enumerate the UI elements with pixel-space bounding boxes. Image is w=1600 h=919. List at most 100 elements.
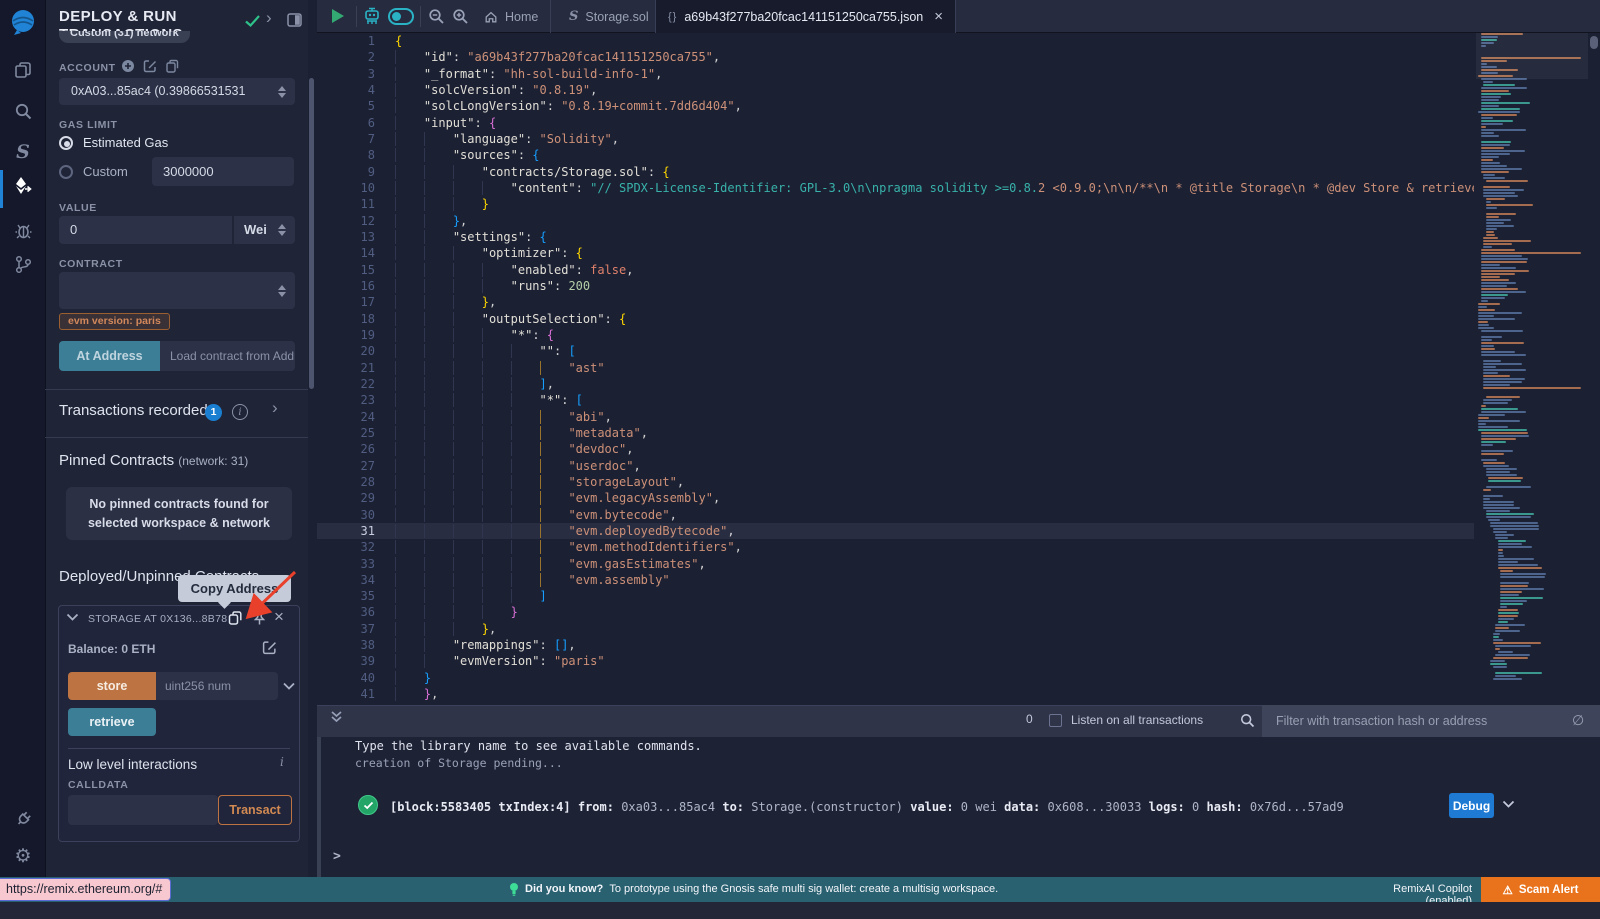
- account-select[interactable]: 0xA03...85ac4 (0.39866531531: [59, 78, 295, 105]
- terminal-prompt[interactable]: >: [333, 849, 341, 864]
- debugger-icon[interactable]: [11, 218, 35, 242]
- custom-gas-radio[interactable]: [59, 165, 73, 179]
- code-line[interactable]: 26 "devdoc",: [317, 441, 1474, 457]
- code-line[interactable]: 34 "evm.assembly": [317, 572, 1474, 588]
- code-line[interactable]: 15 "enabled": false,: [317, 262, 1474, 278]
- unit-stepper-icon[interactable]: [278, 224, 286, 236]
- estimated-gas-radio[interactable]: [59, 136, 73, 150]
- filter-transactions-input[interactable]: Filter with transaction hash or address: [1262, 705, 1600, 737]
- retrieve-button[interactable]: retrieve: [68, 708, 156, 736]
- scam-alert-badge[interactable]: ⚠ Scam Alert: [1481, 877, 1600, 902]
- copilot-toggle[interactable]: [388, 8, 414, 25]
- code-line[interactable]: 32 "evm.methodIdentifiers",: [317, 539, 1474, 555]
- code-line[interactable]: 6 "input": {: [317, 115, 1474, 131]
- at-address-button[interactable]: At Address: [59, 341, 160, 371]
- tab-storage-sol[interactable]: S Storage.sol: [557, 0, 662, 33]
- ai-copilot-robot-icon[interactable]: [362, 6, 382, 27]
- code-line[interactable]: 1{: [317, 33, 1474, 49]
- store-input[interactable]: uint256 num: [156, 672, 278, 700]
- editor-scrollbar[interactable]: [1590, 36, 1598, 49]
- at-address-input[interactable]: Load contract from Addre: [160, 341, 295, 371]
- deploy-and-run-icon[interactable]: [11, 174, 35, 198]
- info-icon[interactable]: i: [232, 404, 248, 420]
- git-icon[interactable]: [11, 252, 35, 276]
- editor-minimap[interactable]: [1476, 33, 1588, 701]
- contract-stepper-icon[interactable]: [278, 285, 286, 297]
- code-line[interactable]: 36 }: [317, 604, 1474, 620]
- edit-balance-icon[interactable]: [262, 640, 277, 655]
- transact-button[interactable]: Transact: [218, 795, 292, 825]
- code-line[interactable]: 5 "solcLongVersion": "0.8.19+commit.7dd6…: [317, 98, 1474, 114]
- expand-transactions-icon[interactable]: ›: [272, 398, 278, 418]
- clear-console-icon[interactable]: ∅: [1572, 712, 1584, 729]
- code-line[interactable]: 4 "solcVersion": "0.8.19",: [317, 82, 1474, 98]
- code-editor[interactable]: 1{2 "id": "a69b43f277ba20fcac141151250ca…: [317, 33, 1474, 705]
- code-line[interactable]: 19 "*": {: [317, 327, 1474, 343]
- debug-button[interactable]: Debug: [1449, 793, 1494, 818]
- code-line[interactable]: 40 }: [317, 670, 1474, 686]
- value-unit-select[interactable]: Wei: [233, 216, 295, 244]
- code-line[interactable]: 22 ],: [317, 376, 1474, 392]
- code-line[interactable]: 24 "abi",: [317, 409, 1474, 425]
- edit-account-icon[interactable]: [143, 59, 157, 73]
- low-level-info-icon[interactable]: i: [280, 755, 284, 769]
- expand-store-icon[interactable]: [283, 682, 295, 690]
- code-line[interactable]: 31 "evm.deployedBytecode",: [317, 523, 1474, 539]
- listen-all-checkbox[interactable]: [1049, 714, 1062, 727]
- settings-icon[interactable]: ⚙: [11, 844, 35, 868]
- add-account-icon[interactable]: [121, 59, 135, 73]
- collapse-contract-icon[interactable]: [66, 613, 79, 622]
- code-line[interactable]: 9 "contracts/Storage.sol": {: [317, 164, 1474, 180]
- code-line[interactable]: 11 }: [317, 196, 1474, 212]
- tx-log-line[interactable]: [block:5583405 txIndex:4] from: 0xa03...…: [390, 800, 1430, 814]
- code-line[interactable]: 2 "id": "a69b43f277ba20fcac141151250ca75…: [317, 49, 1474, 65]
- remix-logo-icon[interactable]: [7, 7, 39, 39]
- code-line[interactable]: 7 "language": "Solidity",: [317, 131, 1474, 147]
- code-line[interactable]: 12 },: [317, 213, 1474, 229]
- code-line[interactable]: 27 "userdoc",: [317, 458, 1474, 474]
- code-line[interactable]: 18 "outputSelection": {: [317, 311, 1474, 327]
- code-line[interactable]: 41 },: [317, 686, 1474, 702]
- code-line[interactable]: 17 },: [317, 294, 1474, 310]
- code-line[interactable]: 8 "sources": {: [317, 147, 1474, 163]
- tab-build-info-json[interactable]: {} a69b43f277ba20fcac141151250ca755.json…: [655, 0, 956, 33]
- copy-account-icon[interactable]: [165, 59, 179, 73]
- collapse-terminal-icon[interactable]: [330, 710, 343, 724]
- custom-gas-input[interactable]: 3000000: [152, 157, 294, 186]
- solidity-compiler-icon[interactable]: S: [11, 140, 35, 164]
- code-line[interactable]: 20 "": [: [317, 343, 1474, 359]
- code-line[interactable]: 25 "metadata",: [317, 425, 1474, 441]
- estimated-gas-option[interactable]: Estimated Gas: [83, 135, 168, 150]
- code-line[interactable]: 29 "evm.legacyAssembly",: [317, 490, 1474, 506]
- store-button[interactable]: store: [68, 672, 156, 700]
- code-line[interactable]: 38 "remappings": [],: [317, 637, 1474, 653]
- code-line[interactable]: 13 "settings": {: [317, 229, 1474, 245]
- minimap-viewport-indicator[interactable]: [1476, 33, 1588, 79]
- panel-forward-icon[interactable]: ›: [266, 8, 272, 28]
- code-line[interactable]: 21 "ast": [317, 360, 1474, 376]
- code-line[interactable]: 28 "storageLayout",: [317, 474, 1474, 490]
- tab-home[interactable]: Home: [472, 0, 551, 33]
- code-line[interactable]: 35 ]: [317, 588, 1474, 604]
- file-explorer-icon[interactable]: [11, 58, 35, 82]
- code-line[interactable]: 3 "_format": "hh-sol-build-info-1",: [317, 66, 1474, 82]
- listen-all-label[interactable]: Listen on all transactions: [1071, 713, 1203, 727]
- run-script-icon[interactable]: [330, 7, 346, 25]
- code-line[interactable]: 14 "optimizer": {: [317, 245, 1474, 261]
- search-icon[interactable]: [11, 99, 35, 123]
- code-line[interactable]: 33 "evm.gasEstimates",: [317, 556, 1474, 572]
- custom-gas-option[interactable]: Custom: [83, 164, 128, 179]
- contract-select[interactable]: [59, 272, 295, 309]
- account-stepper-icon[interactable]: [278, 86, 286, 98]
- code-line[interactable]: 16 "runs": 200: [317, 278, 1474, 294]
- plugin-manager-icon[interactable]: [11, 806, 35, 830]
- panel-scrollbar[interactable]: [309, 78, 314, 389]
- expand-tx-icon[interactable]: [1502, 800, 1515, 809]
- terminal-search-icon[interactable]: [1240, 713, 1255, 728]
- code-line[interactable]: 39 "evmVersion": "paris": [317, 653, 1474, 669]
- code-line[interactable]: 23 "*": [: [317, 392, 1474, 408]
- value-input[interactable]: 0: [59, 216, 232, 244]
- calldata-input[interactable]: [68, 795, 218, 825]
- code-line[interactable]: 30 "evm.bytecode",: [317, 507, 1474, 523]
- zoom-in-icon[interactable]: [452, 8, 469, 25]
